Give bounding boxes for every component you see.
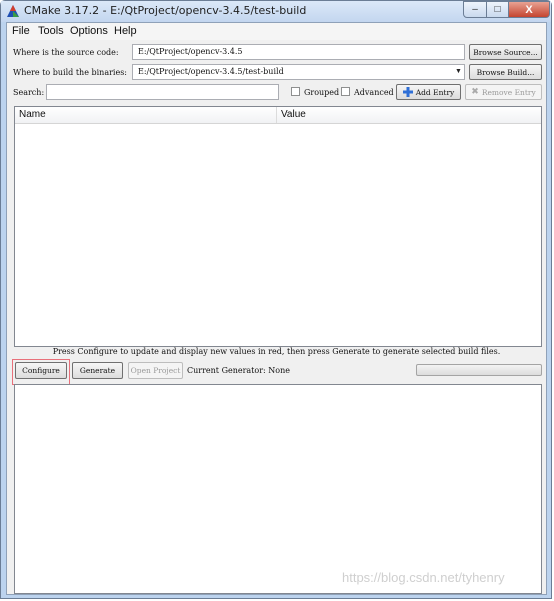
minimize-button[interactable]: – — [463, 1, 487, 18]
browse-build-button[interactable]: Browse Build... — [469, 64, 542, 80]
output-log[interactable] — [14, 384, 542, 594]
grouped-label: Grouped — [304, 88, 340, 97]
maximize-button[interactable]: □ — [486, 1, 509, 18]
close-icon: X — [525, 3, 533, 16]
remove-icon: ✖ — [471, 87, 479, 97]
menu-help[interactable]: Help — [114, 25, 137, 37]
dropdown-arrow-icon[interactable]: ▼ — [455, 68, 462, 75]
grouped-checkbox[interactable] — [291, 87, 300, 96]
column-divider — [276, 107, 277, 123]
menu-file[interactable]: File — [12, 25, 30, 37]
configure-hint-text: Press Configure to update and display ne… — [52, 347, 501, 356]
generate-button[interactable]: Generate — [72, 362, 123, 379]
window-title: CMake 3.17.2 - E:/QtProject/opencv-3.4.5… — [24, 4, 307, 17]
close-button[interactable]: X — [508, 1, 550, 18]
menu-bar: File Tools Options Help — [7, 23, 546, 40]
browse-source-button[interactable]: Browse Source... — [469, 44, 542, 60]
cmake-logo-icon — [7, 5, 19, 17]
build-label: Where to build the binaries: — [13, 68, 128, 77]
watermark-text: https://blog.csdn.net/tyhenry — [342, 570, 505, 585]
add-entry-button[interactable]: Add Entry — [396, 84, 461, 100]
remove-entry-label: Remove Entry — [481, 87, 536, 97]
remove-entry-button[interactable]: ✖ Remove Entry — [465, 84, 542, 100]
menu-tools[interactable]: Tools — [38, 25, 64, 37]
menu-options[interactable]: Options — [70, 25, 108, 37]
table-header: Name Value — [15, 107, 541, 124]
open-project-button[interactable]: Open Project — [128, 362, 183, 379]
source-path-input[interactable]: E:/QtProject/opencv-3.4.5 — [132, 44, 465, 60]
search-label: Search: — [13, 88, 45, 97]
configure-button[interactable]: Configure — [15, 362, 67, 379]
column-name-header[interactable]: Name — [19, 109, 46, 120]
minimize-icon: – — [472, 4, 478, 15]
advanced-label: Advanced — [354, 88, 394, 97]
advanced-checkbox[interactable] — [341, 87, 350, 96]
cmake-window: CMake 3.17.2 - E:/QtProject/opencv-3.4.5… — [0, 0, 552, 599]
cache-entries-table[interactable]: Name Value — [14, 106, 542, 347]
progress-bar — [416, 364, 542, 376]
add-entry-label: Add Entry — [415, 87, 455, 97]
main-panel: File Tools Options Help Where is the sou… — [6, 22, 547, 595]
search-input[interactable] — [46, 84, 279, 100]
column-value-header[interactable]: Value — [281, 109, 306, 120]
maximize-icon: □ — [494, 4, 501, 15]
build-path-combobox[interactable]: E:/QtProject/opencv-3.4.5/test-build — [132, 64, 465, 80]
build-path-value: E:/QtProject/opencv-3.4.5/test-build — [138, 67, 284, 76]
current-generator-label: Current Generator: None — [187, 366, 290, 375]
title-bar[interactable]: CMake 3.17.2 - E:/QtProject/opencv-3.4.5… — [1, 1, 551, 22]
plus-icon — [402, 87, 413, 97]
source-label: Where is the source code: — [13, 48, 119, 57]
